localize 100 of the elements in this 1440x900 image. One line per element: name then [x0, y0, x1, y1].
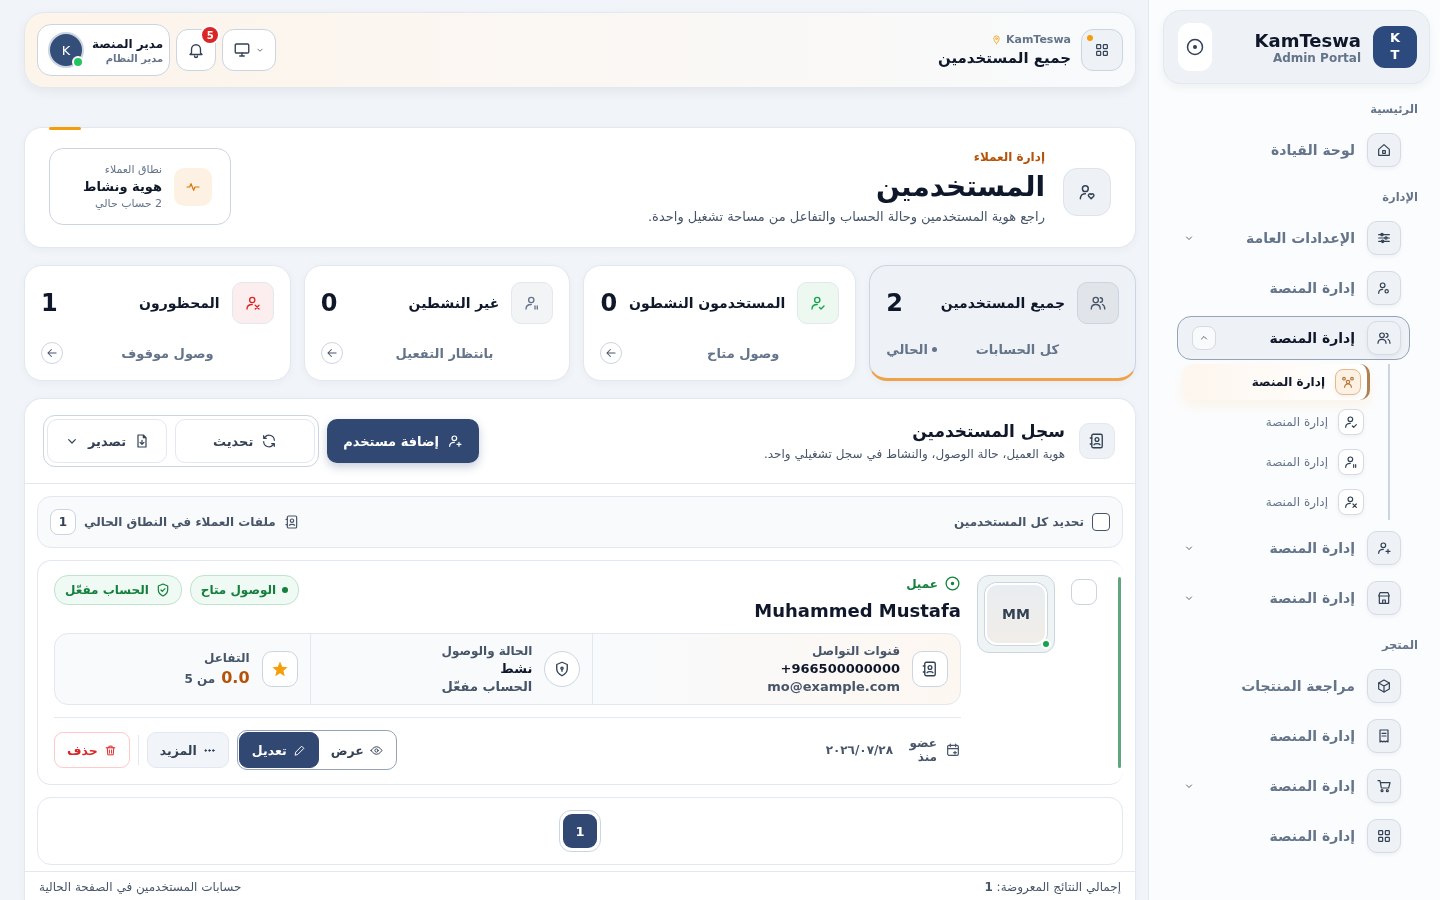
info-label: قنوات التواصل [810, 644, 900, 658]
row-checkbox[interactable] [1071, 579, 1097, 605]
section-label: الإدارة [1381, 189, 1419, 206]
person-plus-icon [447, 433, 463, 449]
submenu-item[interactable]: إدارة المنصة [1183, 484, 1370, 520]
page-title: جميع المستخدمين [937, 49, 1071, 67]
stat-caption: كل الحسابات [975, 342, 1060, 357]
scope-label: نطاق العملاء [103, 163, 162, 176]
arrow-left-icon [604, 346, 619, 360]
heading: المستخدمين [874, 169, 1045, 203]
grid-icon [1094, 42, 1110, 58]
sidebar-item[interactable]: لوحة القيادة [1163, 128, 1410, 172]
breadcrumb[interactable]: KamTeswa [937, 33, 1071, 46]
status-pill: الحساب مفعّل [54, 575, 182, 605]
score-scale: من 5 [184, 672, 216, 686]
scope-label: ملفات العملاء في النطاق الحالي [84, 515, 276, 529]
delete-button[interactable]: حذف [54, 732, 130, 768]
stat-value: 1 [41, 289, 58, 317]
edit-button[interactable]: تعديل [238, 732, 319, 768]
box-icon [1376, 678, 1392, 694]
brand-subtitle: Admin Portal [1272, 50, 1361, 65]
grid-icon [1376, 828, 1392, 844]
person-plus-icon [1376, 540, 1392, 556]
group-icon [1340, 374, 1356, 390]
status-value: نشط [499, 661, 533, 676]
stat-value: 2 [886, 289, 903, 317]
open-button[interactable] [41, 342, 63, 364]
stat-caption: بانتظار التفعيل [395, 345, 495, 361]
focus-button[interactable] [1178, 23, 1212, 71]
star-icon [270, 660, 289, 678]
person-gear-icon [1376, 280, 1392, 296]
result-count: 1 [50, 509, 76, 535]
submenu-item[interactable]: إدارة المنصة [1183, 444, 1370, 480]
section-label: الرئيسية [1369, 101, 1419, 118]
expand-toggle[interactable] [1192, 326, 1216, 350]
contact-book-icon [921, 660, 939, 678]
person-pause-icon [1343, 454, 1359, 470]
sidebar-item[interactable]: الإعدادات العامة [1163, 216, 1410, 260]
brand-name: KamTeswa [1254, 29, 1361, 51]
stat-value: 0 [600, 289, 618, 317]
section-subtitle: هوية العميل، حالة الوصول، والنشاط في سجل تشغيلي واحد. [763, 447, 1065, 461]
sidebar-item[interactable]: مراجعة المنتجات [1163, 664, 1410, 708]
user-role: عميل [754, 575, 961, 592]
pin-icon [990, 34, 1002, 45]
section-title: سجل المستخدمين [911, 421, 1065, 441]
target-icon [944, 575, 961, 592]
contact-book-icon [1088, 432, 1106, 450]
sidebar-item[interactable]: إدارة المنصة [1163, 266, 1410, 310]
info-label: التفاعل [202, 651, 250, 665]
open-button[interactable] [320, 342, 343, 364]
scope-value: هوية ونشاط [82, 179, 162, 194]
status-note: الحساب مفعّل [441, 679, 533, 694]
sidebar-item[interactable]: إدارة المنصة [1163, 576, 1410, 620]
notification-count: 5 [200, 25, 221, 45]
arrow-left-icon [45, 346, 59, 360]
section-label: المتجر [1380, 637, 1419, 654]
monitor-icon [233, 41, 252, 59]
submenu-item[interactable]: إدارة المنصة [1183, 404, 1370, 440]
house-icon [1376, 142, 1392, 158]
target-icon [1185, 37, 1205, 57]
open-button[interactable] [600, 342, 623, 364]
export-button[interactable]: تصدير [47, 419, 168, 463]
pencil-icon [292, 743, 306, 757]
add-user-button[interactable]: إضافة مستخدم [327, 419, 479, 463]
contact-book-icon [283, 514, 300, 530]
stat-title: المستخدمون النشطون [629, 295, 786, 311]
stat-title: غير النشطين [408, 295, 500, 311]
eye-icon [369, 743, 383, 757]
scope-note: 2 حساب حالي [94, 197, 162, 210]
bell-icon [187, 41, 206, 59]
sidebar-item[interactable]: إدارة المنصة [1163, 526, 1410, 570]
refresh-button[interactable]: تحديث [175, 419, 316, 463]
status-pill: الوصول متاح [189, 575, 300, 605]
store-icon [1376, 590, 1392, 606]
select-all-checkbox[interactable] [1092, 513, 1110, 531]
logo-badge: KT [1373, 26, 1417, 68]
email-address: mo@example.com [767, 679, 900, 694]
calendar-icon [945, 742, 961, 758]
trash-icon [103, 743, 117, 757]
phone-number: +966500000000 [779, 661, 900, 676]
person-heart-icon [1077, 182, 1097, 202]
user-name: Muhammed Mustafa [754, 600, 961, 621]
eyebrow: إدارة العملاء [972, 149, 1045, 164]
cart-icon [1376, 778, 1392, 794]
sidebar-item[interactable]: إدارة المنصة [1163, 814, 1410, 858]
apps-button[interactable] [1081, 29, 1123, 71]
display-button[interactable] [222, 29, 277, 71]
score-value: 0.0 [221, 668, 250, 687]
stat-value: 0 [320, 289, 338, 317]
receipt-icon [1376, 728, 1392, 744]
submenu-item[interactable]: إدارة المنصة [1183, 364, 1370, 400]
footer-note: حسابات المستخدمين في الصفحة الحالية [39, 880, 242, 894]
sidebar-item[interactable]: إدارة المنصة [1163, 764, 1410, 808]
arrow-left-icon [324, 346, 339, 360]
sidebar-item[interactable]: إدارة المنصة [1163, 714, 1410, 758]
sidebar-item[interactable]: إدارة المنصة [1177, 316, 1410, 360]
info-label: الحالة والوصول [441, 644, 533, 658]
page-button[interactable]: 1 [563, 814, 597, 848]
select-all-label: تحديد كل المستخدمين [953, 515, 1084, 529]
more-button[interactable]: المزيد [146, 732, 229, 768]
